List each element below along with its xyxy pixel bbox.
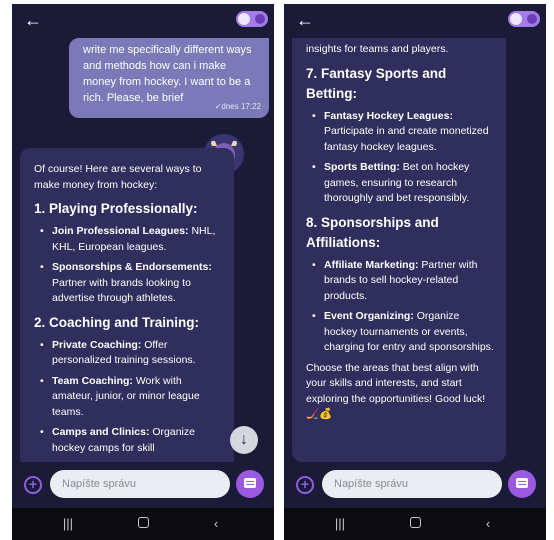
- message-send-icon: [516, 478, 528, 488]
- bot-message-bubble: Of course! Here are several ways to make…: [20, 148, 234, 462]
- bot-intro: Of course! Here are several ways to make…: [34, 163, 202, 191]
- theme-toggle-icon[interactable]: [236, 11, 268, 27]
- arrow-down-icon[interactable]: ↓: [230, 426, 258, 454]
- list-item: Team Coaching: Work with amateur, junior…: [34, 374, 222, 421]
- section-heading: 2. Coaching and Training:: [34, 314, 200, 330]
- list-item: Private Coaching: Offer personalized tra…: [34, 338, 222, 369]
- home-icon[interactable]: [403, 515, 427, 533]
- list-item-term: Join Professional Leagues:: [52, 225, 189, 237]
- list-item: Join Professional Leagues: NHL, KHL, Eur…: [34, 224, 222, 255]
- toggle-sun-dot: [527, 14, 537, 24]
- system-nav-bar: ||| ‹: [284, 508, 546, 540]
- list-item-term: Sports Betting:: [324, 161, 400, 173]
- section-heading: 1. Playing Professionally:: [34, 201, 198, 216]
- home-shape: [409, 517, 421, 528]
- home-shape: [137, 517, 149, 528]
- list-item-term: Camps and Clinics:: [52, 426, 150, 438]
- system-nav-bar: ||| ‹: [12, 508, 274, 540]
- bot-message-bubble: insights for teams and players. 7. Fanta…: [292, 38, 506, 462]
- arrow-left-icon[interactable]: ←: [22, 10, 44, 30]
- chevron-left-icon[interactable]: ‹: [204, 515, 228, 533]
- send-button[interactable]: [236, 470, 264, 498]
- theme-toggle-icon[interactable]: [508, 11, 540, 27]
- list-item-term: Event Organizing:: [324, 310, 414, 322]
- bot-text-fragment: insights for teams and players.: [306, 43, 449, 55]
- toggle-sun-dot: [255, 14, 265, 24]
- list-item: Sports Betting: Bet on hockey games, ens…: [306, 160, 494, 207]
- section-list: Private Coaching: Offer personalized tra…: [34, 338, 222, 457]
- left-screen: ← write me specifically different ways a…: [12, 4, 274, 540]
- arrow-left-icon[interactable]: ←: [294, 10, 316, 30]
- section-heading: 8. Sponsorships and Affiliations:: [306, 214, 439, 250]
- send-button[interactable]: [508, 470, 536, 498]
- home-icon[interactable]: [131, 515, 155, 533]
- section-list: Affiliate Marketing: Partner with brands…: [306, 258, 494, 356]
- top-bar: ←: [284, 4, 546, 38]
- message-composer: +: [284, 462, 546, 504]
- list-item: Camps and Clinics: Organize hockey camps…: [34, 425, 222, 456]
- section-list: Join Professional Leagues: NHL, KHL, Eur…: [34, 224, 222, 307]
- recent-apps-icon[interactable]: |||: [56, 515, 80, 533]
- list-item-text: Partner with brands looking to advertise…: [52, 276, 191, 305]
- message-input[interactable]: [322, 470, 502, 498]
- list-item-text: Participate in and create monetized fant…: [324, 125, 489, 153]
- message-send-icon: [244, 478, 256, 488]
- recent-apps-icon[interactable]: |||: [328, 515, 352, 533]
- right-screen: ← insights for teams and players. 7. Fan…: [284, 4, 546, 540]
- toggle-knob: [510, 13, 522, 25]
- list-item: Event Organizing: Organize hockey tourna…: [306, 309, 494, 356]
- list-item-term: Affiliate Marketing:: [324, 258, 419, 271]
- list-item-term: Private Coaching:: [52, 338, 142, 351]
- section-heading: 7. Fantasy Sports and Betting:: [306, 65, 447, 101]
- top-bar: ←: [12, 4, 274, 38]
- bot-closing: Choose the areas that best align with yo…: [306, 361, 486, 421]
- list-item-term: Sponsorships & Endorsements:: [52, 261, 212, 273]
- message-composer: +: [12, 462, 274, 504]
- list-item: Affiliate Marketing: Partner with brands…: [306, 258, 494, 305]
- section-list: Fantasy Hockey Leagues: Participate in a…: [306, 109, 494, 207]
- user-message-bubble: write me specifically different ways and…: [69, 38, 269, 118]
- plus-circle-icon[interactable]: +: [296, 476, 314, 494]
- list-item-term: Fantasy Hockey Leagues:: [324, 109, 453, 122]
- list-item: Sponsorships & Endorsements: Partner wit…: [34, 260, 222, 307]
- chat-area[interactable]: write me specifically different ways and…: [12, 38, 274, 462]
- chat-area[interactable]: insights for teams and players. 7. Fanta…: [284, 38, 546, 462]
- plus-circle-icon[interactable]: +: [24, 476, 42, 494]
- list-item-term: Team Coaching:: [52, 374, 133, 387]
- list-item: Fantasy Hockey Leagues: Participate in a…: [306, 109, 494, 156]
- message-timestamp: ✓dnes 17:22: [214, 102, 261, 111]
- message-input[interactable]: [50, 470, 230, 498]
- user-message-text: write me specifically different ways and…: [83, 44, 252, 104]
- toggle-knob: [238, 13, 250, 25]
- chevron-left-icon[interactable]: ‹: [476, 515, 500, 533]
